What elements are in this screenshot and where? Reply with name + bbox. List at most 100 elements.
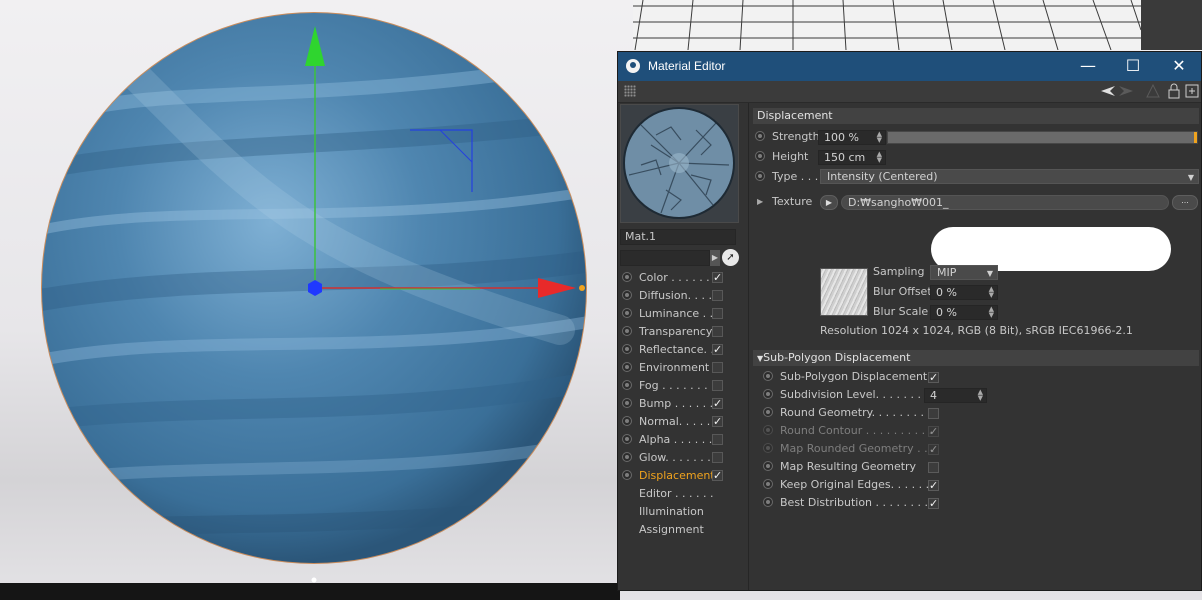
strength-slider-knob[interactable] [1194, 132, 1197, 143]
blur-offset-input[interactable]: 0 % ▲ ▼ [930, 285, 998, 300]
channel-editor[interactable]: Editor . . . . . . [618, 485, 748, 503]
param-radio[interactable] [755, 171, 765, 181]
param-radio[interactable] [763, 461, 773, 471]
channel-alpha[interactable]: Alpha . . . . . . [618, 431, 748, 449]
best-distribution-row: Best Distribution . . . . . . . . ✓ [761, 494, 1061, 512]
best-distribution-label: Best Distribution . . . . . . . . [780, 496, 928, 509]
channel-checkbox[interactable] [712, 452, 723, 463]
param-radio[interactable] [763, 371, 773, 381]
displacement-header: Displacement [753, 108, 1199, 124]
channel-glow[interactable]: Glow. . . . . . . [618, 449, 748, 467]
channel-radio[interactable] [622, 398, 632, 408]
height-label: Height [772, 150, 809, 163]
channel-checkbox[interactable] [712, 380, 723, 391]
attributes-panel: Displacement Strength 100 % ▲ ▼ Height 150… [749, 103, 1201, 590]
sampling-dropdown[interactable]: MIP ▼ [930, 265, 998, 280]
type-label: Type . . . [772, 170, 819, 183]
new-window-icon[interactable] [1184, 83, 1200, 99]
subdivision-level-input[interactable]: 4 ▲ ▼ [924, 388, 987, 403]
strength-slider[interactable] [887, 131, 1198, 144]
channel-radio[interactable] [622, 290, 632, 300]
channel-radio[interactable] [622, 308, 632, 318]
channel-displacement[interactable]: Displacement ✓ [618, 467, 748, 485]
channel-checkbox[interactable] [712, 290, 723, 301]
title-bar[interactable]: Material Editor — ☐ ✕ [618, 52, 1201, 81]
lock-icon[interactable] [1166, 83, 1182, 99]
material-filter-input[interactable] [620, 250, 710, 266]
channel-luminance[interactable]: Luminance . . . [618, 305, 748, 323]
channel-illumination[interactable]: Illumination [618, 503, 748, 521]
param-radio[interactable] [755, 151, 765, 161]
round-contour-row: Round Contour . . . . . . . . . . ✓ [761, 422, 1061, 440]
channel-diffusion[interactable]: Diffusion. . . . [618, 287, 748, 305]
sphere-render[interactable] [0, 0, 620, 600]
channel-radio[interactable] [622, 416, 632, 426]
map-rounded-geometry-label: Map Rounded Geometry . . . [780, 442, 935, 455]
close-button[interactable]: ✕ [1156, 52, 1202, 81]
keep-original-edges-checkbox[interactable]: ✓ [928, 480, 939, 491]
texture-thumbnail[interactable] [820, 268, 868, 316]
up-arrow-icon[interactable] [1145, 83, 1161, 99]
texture-path-field[interactable]: D:₩sangho₩001_ [841, 195, 1169, 210]
filter-arrow-icon[interactable]: ▶ [710, 250, 720, 266]
map-resulting-geometry-checkbox[interactable] [928, 462, 939, 473]
channel-bump[interactable]: Bump . . . . . . ✓ [618, 395, 748, 413]
channel-checkbox[interactable] [712, 326, 723, 337]
channel-checkbox[interactable] [712, 308, 723, 319]
channel-transparency[interactable]: Transparency [618, 323, 748, 341]
round-geometry-checkbox[interactable] [928, 408, 939, 419]
grip-icon[interactable] [624, 85, 636, 97]
pick-icon[interactable]: ➚ [722, 249, 739, 266]
maximize-button[interactable]: ☐ [1110, 52, 1156, 81]
param-radio[interactable] [763, 407, 773, 417]
map-resulting-geometry-label: Map Resulting Geometry [780, 460, 917, 473]
channel-radio[interactable] [622, 326, 632, 336]
channel-radio[interactable] [622, 434, 632, 444]
strength-input[interactable]: 100 % ▲ ▼ [818, 130, 886, 145]
channel-checkbox[interactable]: ✓ [712, 398, 723, 409]
forward-arrow-icon[interactable] [1118, 83, 1134, 99]
play-icon[interactable]: ▶ [820, 195, 838, 210]
type-dropdown[interactable]: Intensity (Centered) ▼ [820, 169, 1199, 184]
channel-reflectance[interactable]: Reflectance. . ✓ [618, 341, 748, 359]
channel-radio[interactable] [622, 344, 632, 354]
texture-label: Texture [772, 195, 813, 208]
channel-radio[interactable] [622, 452, 632, 462]
material-name-field[interactable]: Mat.1 [620, 229, 736, 245]
param-radio[interactable] [763, 389, 773, 399]
channel-normal[interactable]: Normal. . . . . ✓ [618, 413, 748, 431]
channel-panel: Mat.1 ▶ ➚ Color . . . . . . ✓ Diffusion.… [618, 103, 749, 590]
channel-radio[interactable] [622, 362, 632, 372]
channel-checkbox[interactable] [712, 362, 723, 373]
channel-checkbox[interactable]: ✓ [712, 344, 723, 355]
channel-checkbox[interactable]: ✓ [712, 470, 723, 481]
channel-radio[interactable] [622, 380, 632, 390]
channel-checkbox[interactable]: ✓ [712, 416, 723, 427]
channel-environment[interactable]: Environment [618, 359, 748, 377]
round-geometry-label: Round Geometry. . . . . . . . . [780, 406, 932, 419]
subpoly-header[interactable]: ▼Sub-Polygon Displacement [753, 350, 1199, 366]
channel-color[interactable]: Color . . . . . . ✓ [618, 269, 748, 287]
channel-label: Luminance . . . [639, 307, 721, 320]
subpoly-displacement-row: Sub-Polygon Displacement ✓ [761, 368, 1061, 386]
type-row: Type . . . Intensity (Centered) ▼ [753, 168, 1199, 186]
back-arrow-icon[interactable] [1100, 83, 1116, 99]
texture-expand-icon[interactable]: ▶ [757, 193, 763, 211]
channel-label: Illumination [639, 505, 704, 518]
height-input[interactable]: 150 cm ▲ ▼ [818, 150, 886, 165]
texture-browse-button[interactable]: ... [1172, 195, 1198, 210]
channel-radio[interactable] [622, 272, 632, 282]
param-radio[interactable] [763, 479, 773, 489]
channel-radio[interactable] [622, 470, 632, 480]
blur-scale-input[interactable]: 0 % ▲ ▼ [930, 305, 998, 320]
material-preview[interactable] [620, 104, 739, 223]
minimize-button[interactable]: — [1065, 52, 1111, 81]
param-radio[interactable] [755, 131, 765, 141]
subpoly-displacement-checkbox[interactable]: ✓ [928, 372, 939, 383]
channel-checkbox[interactable]: ✓ [712, 272, 723, 283]
channel-fog[interactable]: Fog . . . . . . . . [618, 377, 748, 395]
param-radio[interactable] [763, 497, 773, 507]
best-distribution-checkbox[interactable]: ✓ [928, 498, 939, 509]
channel-assignment[interactable]: Assignment [618, 521, 748, 539]
channel-checkbox[interactable] [712, 434, 723, 445]
